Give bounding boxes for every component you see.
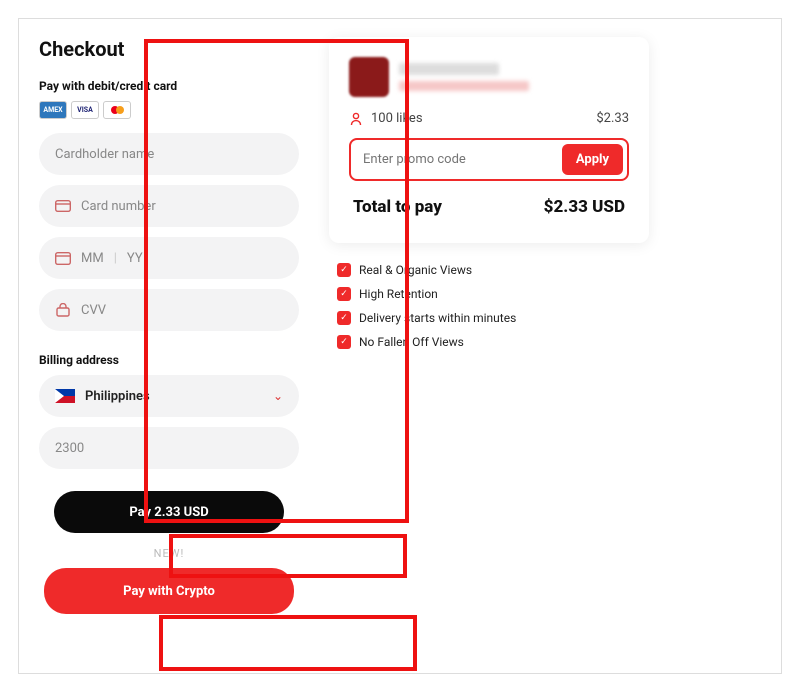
apply-button[interactable]: Apply (562, 144, 623, 175)
feature-text: Delivery starts within minutes (359, 311, 516, 325)
total-label: Total to pay (353, 197, 442, 217)
list-item: ✓ Real & Organic Views (337, 263, 641, 277)
product-row (349, 57, 629, 97)
likes-label: 100 likes (371, 111, 423, 126)
country-value: Philippines (85, 389, 150, 404)
feature-list: ✓ Real & Organic Views ✓ High Retention ✓ D… (329, 263, 649, 349)
check-icon: ✓ (337, 311, 351, 325)
likes-row: 100 likes $2.33 (349, 111, 629, 126)
postal-value: 2300 (55, 441, 84, 456)
amex-icon: AMEX (39, 101, 67, 119)
check-icon: ✓ (337, 335, 351, 349)
cvv-placeholder: CVV (81, 303, 106, 318)
billing-heading: Billing address (39, 353, 299, 367)
total-row: Total to pay $2.33 USD (349, 197, 629, 223)
page-title: Checkout (39, 37, 299, 61)
calendar-icon (55, 251, 71, 265)
pay-card-heading: Pay with debit/credit card (39, 79, 299, 93)
expiry-separator: | (114, 251, 117, 266)
product-sub-redacted (399, 81, 529, 91)
check-icon: ✓ (337, 287, 351, 301)
promo-code-input[interactable] (355, 146, 562, 173)
person-icon (349, 112, 363, 126)
likes-price: $2.33 (596, 111, 629, 126)
mm-placeholder: MM (81, 251, 104, 266)
order-summary-card: 100 likes $2.33 Apply Total to pay $2.33… (329, 37, 649, 243)
list-item: ✓ High Retention (337, 287, 641, 301)
promo-code-group: Apply (349, 138, 629, 181)
yy-placeholder: YY (127, 251, 143, 266)
mastercard-icon (103, 101, 131, 119)
card-number-field[interactable]: Card number (39, 185, 299, 227)
feature-text: No Fallen Off Views (359, 335, 464, 349)
list-item: ✓ No Fallen Off Views (337, 335, 641, 349)
chevron-down-icon: ⌄ (273, 389, 283, 403)
cardholder-name-field[interactable]: Cardholder name (39, 133, 299, 175)
expiry-field[interactable]: MM | YY (39, 237, 299, 279)
pay-with-crypto-button[interactable]: Pay with Crypto (44, 568, 294, 614)
cardholder-placeholder: Cardholder name (55, 147, 154, 162)
total-value: $2.33 USD (544, 197, 625, 217)
postal-code-field[interactable]: 2300 (39, 427, 299, 469)
visa-icon: VISA (71, 101, 99, 119)
card-brand-row: AMEX VISA (39, 101, 299, 119)
philippines-flag-icon (55, 389, 75, 403)
product-name-redacted (399, 63, 499, 75)
pay-button[interactable]: Pay 2.33 USD (54, 491, 284, 533)
country-select[interactable]: Philippines ⌄ (39, 375, 299, 417)
new-badge: NEW! (39, 547, 299, 560)
card-icon (55, 200, 71, 212)
feature-text: Real & Organic Views (359, 263, 472, 277)
list-item: ✓ Delivery starts within minutes (337, 311, 641, 325)
card-number-placeholder: Card number (81, 199, 156, 214)
check-icon: ✓ (337, 263, 351, 277)
feature-text: High Retention (359, 287, 438, 301)
lock-icon (55, 303, 71, 317)
cvv-field[interactable]: CVV (39, 289, 299, 331)
product-thumbnail (349, 57, 389, 97)
